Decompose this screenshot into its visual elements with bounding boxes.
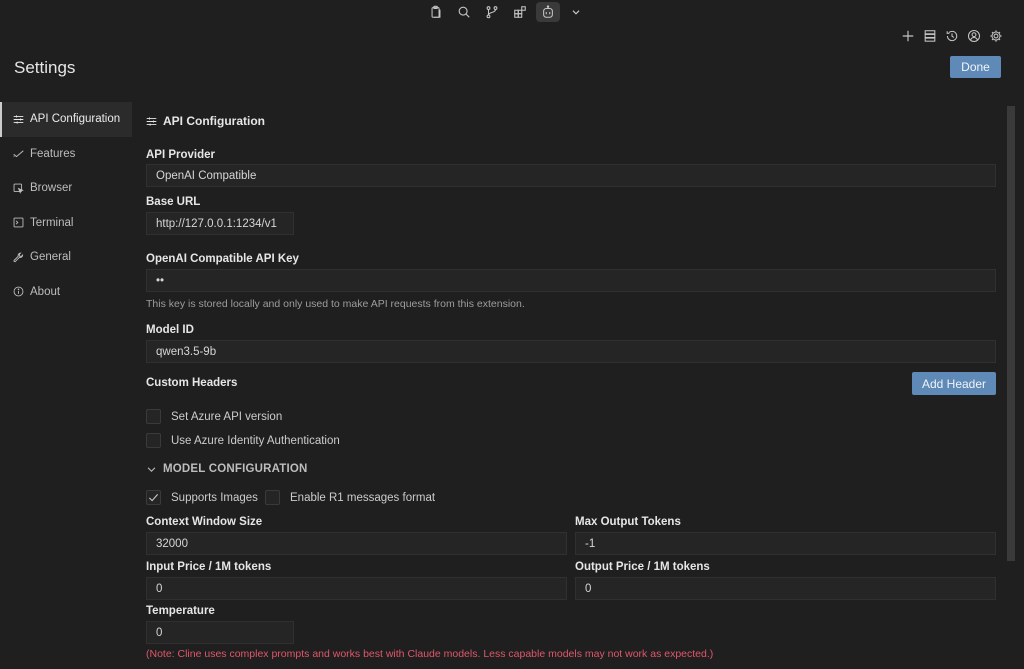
chevron-down-icon <box>147 466 156 472</box>
input-price-input[interactable]: 0 <box>146 577 567 600</box>
settings-main-panel: API Configuration API Provider OpenAI Co… <box>146 0 996 669</box>
check-icon <box>13 150 24 158</box>
model-warning-note: (Note: Cline uses complex prompts and wo… <box>146 648 714 660</box>
base-url-input[interactable]: http://127.0.0.1:1234/v1 <box>146 212 294 235</box>
max-output-label: Max Output Tokens <box>575 516 681 528</box>
azure-version-checkbox[interactable] <box>146 409 161 424</box>
sliders-icon <box>13 115 24 124</box>
terminal-icon <box>13 217 24 228</box>
section-title: API Configuration <box>163 114 265 128</box>
output-price-input[interactable]: 0 <box>575 577 996 600</box>
browser-icon <box>13 183 24 194</box>
sidebar-item-browser[interactable]: Browser <box>0 171 132 206</box>
sidebar-item-terminal[interactable]: Terminal <box>0 206 132 241</box>
r1-format-checkbox[interactable] <box>265 490 280 505</box>
wrench-icon <box>13 252 24 262</box>
info-icon <box>13 286 24 297</box>
check-icon <box>148 494 159 502</box>
model-configuration-title: MODEL CONFIGURATION <box>163 463 308 475</box>
azure-version-label: Set Azure API version <box>171 410 283 423</box>
input-price-label: Input Price / 1M tokens <box>146 561 272 573</box>
supports-images-row[interactable]: Supports Images <box>146 490 258 505</box>
context-window-input[interactable]: 32000 <box>146 532 567 555</box>
base-url-label: Base URL <box>146 196 201 208</box>
sliders-icon <box>146 116 157 126</box>
azure-identity-checkbox[interactable] <box>146 433 161 448</box>
sidebar-item-label: General <box>30 251 71 264</box>
custom-headers-label: Custom Headers <box>146 377 238 389</box>
azure-identity-label: Use Azure Identity Authentication <box>171 434 340 447</box>
temperature-label: Temperature <box>146 605 215 617</box>
sidebar-item-label: Browser <box>30 182 73 195</box>
model-configuration-toggle[interactable]: MODEL CONFIGURATION <box>146 463 308 475</box>
max-output-input[interactable]: -1 <box>575 532 996 555</box>
api-configuration-heading: API Configuration <box>146 114 265 128</box>
settings-sidebar: API Configuration Features Browser Termi… <box>0 102 132 309</box>
api-key-hint: This key is stored locally and only used… <box>146 298 525 310</box>
api-provider-select[interactable]: OpenAI Compatible <box>146 164 996 187</box>
scrollbar-thumb[interactable] <box>1007 106 1015 561</box>
sidebar-item-label: API Configuration <box>30 113 121 126</box>
api-provider-label: API Provider <box>146 149 216 161</box>
temperature-input[interactable]: 0 <box>146 621 294 644</box>
api-key-input[interactable]: •• <box>146 269 996 292</box>
sidebar-item-label: About <box>30 285 61 298</box>
azure-version-row[interactable]: Set Azure API version <box>146 409 282 424</box>
sidebar-item-label: Features <box>30 147 76 160</box>
add-header-button[interactable]: Add Header <box>912 372 996 395</box>
page-title: Settings <box>14 58 76 77</box>
azure-identity-row[interactable]: Use Azure Identity Authentication <box>146 433 340 448</box>
sidebar-item-features[interactable]: Features <box>0 137 132 172</box>
sidebar-item-label: Terminal <box>30 216 74 229</box>
r1-format-row[interactable]: Enable R1 messages format <box>265 490 435 505</box>
output-price-label: Output Price / 1M tokens <box>575 561 710 573</box>
model-id-label: Model ID <box>146 324 194 336</box>
r1-format-label: Enable R1 messages format <box>290 491 436 504</box>
sidebar-item-about[interactable]: About <box>0 275 132 310</box>
context-window-label: Context Window Size <box>146 516 263 528</box>
supports-images-checkbox[interactable] <box>146 490 161 505</box>
api-key-label: OpenAI Compatible API Key <box>146 253 299 265</box>
model-id-input[interactable]: qwen3.5-9b <box>146 340 996 363</box>
sidebar-item-general[interactable]: General <box>0 240 132 275</box>
sidebar-item-api-configuration[interactable]: API Configuration <box>0 102 132 137</box>
supports-images-label: Supports Images <box>171 491 258 504</box>
